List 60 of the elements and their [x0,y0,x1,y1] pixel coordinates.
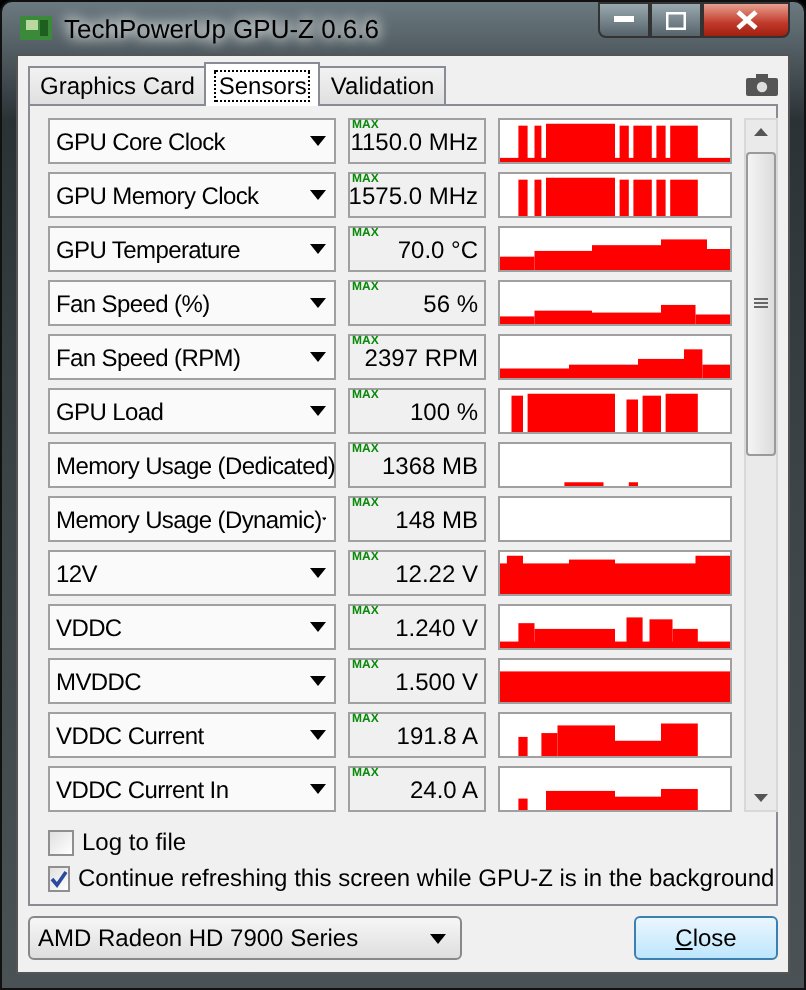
sensor-dropdown[interactable]: MVDDC [48,658,336,704]
sensor-dropdown[interactable]: GPU Temperature [48,226,336,272]
checkbox-label: Log to file [82,828,187,856]
sensor-value: 12.22 V [395,559,478,587]
sensor-value: 24.0 A [409,775,478,803]
caret-icon [310,244,326,254]
sensor-dropdown[interactable]: GPU Core Clock [48,118,336,164]
caret-icon [310,730,326,740]
close-icon [735,10,757,30]
scrollbar[interactable] [744,118,778,812]
sensor-dropdown[interactable]: GPU Memory Clock [48,172,336,218]
caret-icon [310,352,326,362]
sensor-dropdown[interactable]: Fan Speed (%) [48,280,336,326]
sensor-value: 1368 MB [381,451,478,479]
sensor-value: 1.500 V [395,667,478,695]
sensor-value: 191.8 A [396,721,478,749]
sensor-dropdown[interactable]: GPU Load [48,388,336,434]
tab[interactable]: Sensors [204,62,321,106]
caret-icon [430,933,446,943]
sensor-value: 1575.0 MHz [348,181,478,209]
scrollbar-thumb[interactable] [746,152,776,456]
sensor-dropdown[interactable]: VDDC Current In [48,766,336,812]
minimize-icon [614,16,634,24]
graphics-card-icon [20,14,52,42]
camera-icon[interactable] [746,74,778,96]
window-title: TechPowerUp GPU-Z 0.6.6 [64,13,380,43]
sensor-value: 1.240 V [395,613,478,641]
caret-icon [310,136,326,146]
caret-icon [310,190,326,200]
gpu-dropdown[interactable]: AMD Radeon HD 7900 Series [28,916,462,960]
close-button[interactable] [702,2,790,38]
sensor-value: 100 % [409,397,478,425]
checkbox[interactable] [48,865,70,891]
sensor-dropdown[interactable]: VDDC [48,604,336,650]
sensor-value: 70.0 °C [397,235,478,263]
maximize-icon [666,11,686,29]
sensor-value: 2397 RPM [364,343,478,371]
sensor-dropdown[interactable]: Memory Usage (Dedicated) [48,442,336,488]
caret-icon [310,622,326,632]
sensor-dropdown[interactable]: 12V [48,550,336,596]
caret-icon [310,784,326,794]
tab[interactable]: Graphics Card [28,66,207,104]
checkbox[interactable] [48,829,74,855]
close-button[interactable]: Close [634,916,778,960]
maximize-button[interactable] [650,2,702,38]
caret-icon [310,406,326,416]
caret-icon [310,298,326,308]
sensor-dropdown[interactable]: Memory Usage (Dynamic) [48,496,336,542]
sensor-dropdown[interactable]: VDDC Current [48,712,336,758]
minimize-button[interactable] [598,2,650,38]
sensor-value: 56 % [423,289,478,317]
sensor-value: 1150.0 MHz [350,127,478,155]
checkbox-label: Continue refreshing this screen while GPU-Z is in the background [78,864,775,892]
scroll-up-icon[interactable] [754,128,768,136]
tab[interactable]: Validation [318,66,447,104]
caret-icon [310,568,326,578]
sensor-value: 148 MB [395,505,478,533]
sensor-dropdown[interactable]: Fan Speed (RPM) [48,334,336,380]
scroll-down-icon[interactable] [754,794,768,802]
caret-icon [310,676,326,686]
